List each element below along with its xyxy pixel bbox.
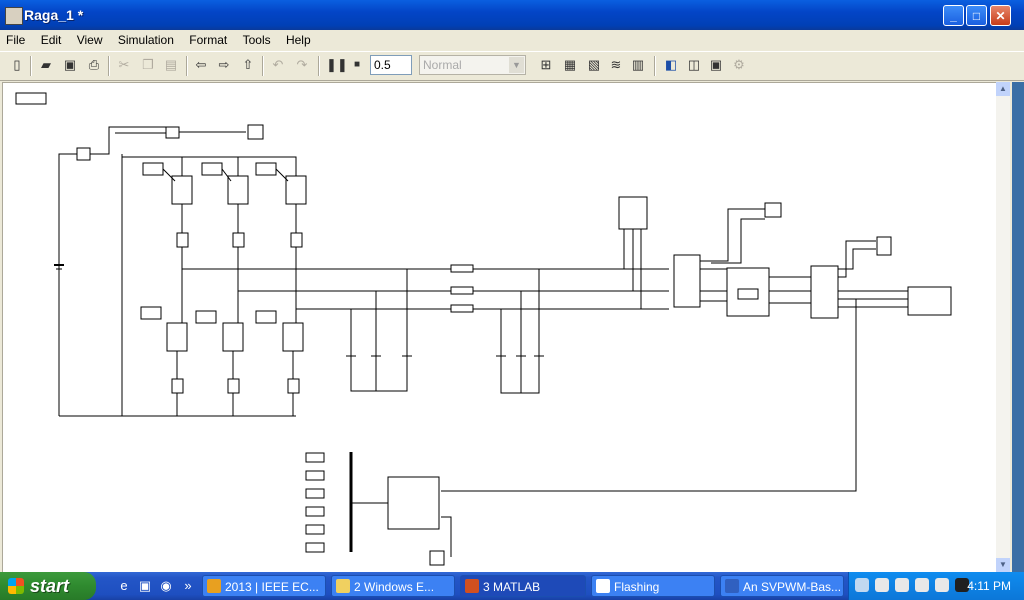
voltage-measurement-block[interactable] (76, 147, 91, 161)
gate-signal-tags[interactable] (305, 452, 325, 553)
system-tray: 4:11 PM (848, 572, 1024, 600)
current-scope-block[interactable] (876, 236, 892, 256)
save-icon[interactable]: ▣ (62, 57, 78, 73)
three-phase-load[interactable] (618, 196, 648, 230)
quicklaunch-chrome-icon[interactable]: ◉ (158, 578, 174, 594)
svpwm-generator-block[interactable] (387, 476, 440, 530)
matlab-icon (465, 579, 479, 593)
forward-icon[interactable]: ⇨ (216, 57, 232, 73)
three-phase-source[interactable] (907, 286, 952, 316)
menu-edit[interactable]: Edit (35, 30, 68, 47)
cut-icon[interactable]: ✂ (116, 57, 132, 73)
update-diagram-icon[interactable]: ⊞ (538, 57, 554, 73)
task-windows-explorer[interactable]: 2 Windows E... (331, 575, 455, 597)
task-flashing[interactable]: Flashing (591, 575, 715, 597)
redo-icon[interactable]: ↷ (294, 57, 310, 73)
minimize-button[interactable]: _ (943, 5, 964, 26)
paste-icon[interactable]: ▤ (163, 57, 179, 73)
tray-network-icon[interactable] (875, 578, 889, 592)
windows-logo-icon (8, 578, 24, 594)
scroll-down-icon[interactable]: ▼ (996, 558, 1010, 572)
simulink-window: Raga_1 * _ □ ✕ File Edit View Simulation… (0, 0, 1024, 574)
menu-view[interactable]: View (71, 30, 109, 47)
tray-volume-icon[interactable] (915, 578, 929, 592)
vdc-constant-block[interactable] (429, 550, 445, 566)
quicklaunch-desktop-icon[interactable]: ▣ (137, 578, 153, 594)
series-inductors[interactable] (450, 264, 474, 313)
pause-icon[interactable]: ❚❚ (326, 57, 348, 73)
three-phase-measurement-1[interactable] (673, 254, 701, 308)
scroll-up-icon[interactable]: ▲ (996, 82, 1010, 96)
open-icon[interactable]: ▰ (38, 57, 54, 73)
debugger-icon[interactable]: ▧ (586, 57, 602, 73)
capacitor-bank-1[interactable] (346, 269, 412, 392)
print-icon[interactable]: ⎙ (86, 57, 102, 73)
menu-bar: File Edit View Simulation Format Tools H… (0, 30, 1024, 50)
stop-icon[interactable]: ■ (349, 57, 365, 73)
upper-igbt-legs[interactable] (142, 162, 307, 323)
stop-time-input[interactable]: 0.5 (370, 55, 412, 75)
task-label: An SVPWM-Bas... (743, 580, 842, 594)
window-title: Raga_1 * (24, 7, 84, 23)
new-icon[interactable]: ▯ (9, 57, 25, 73)
copy-icon[interactable]: ❐ (140, 57, 156, 73)
menu-file[interactable]: File (0, 30, 31, 47)
task-label: 2 Windows E... (354, 580, 435, 594)
library-browser-icon[interactable]: ◧ (663, 57, 679, 73)
taskbar: start e ▣ ◉ » 2013 | IEEE EC... 2 Window… (0, 572, 1024, 600)
task-chrome[interactable]: 2013 | IEEE EC... (202, 575, 326, 597)
start-label: start (30, 576, 70, 596)
powergui-block[interactable] (15, 92, 47, 105)
task-svpwm-document[interactable]: An SVPWM-Bas... (720, 575, 844, 597)
close-button[interactable]: ✕ (990, 5, 1011, 26)
tray-expand-icon[interactable] (855, 578, 869, 592)
start-button[interactable]: start (0, 572, 96, 600)
model-canvas[interactable] (2, 82, 998, 574)
document-icon (725, 579, 739, 593)
quicklaunch-ie-icon[interactable]: e (116, 578, 132, 594)
taskbar-clock[interactable]: 4:11 PM (967, 579, 1011, 593)
measurement-subsystem[interactable] (726, 267, 770, 317)
folder-icon (336, 579, 350, 593)
vertical-scrollbar[interactable]: ▲ ▼ (996, 82, 1010, 572)
maximize-button[interactable]: □ (966, 5, 987, 26)
voltage-scope-block[interactable] (764, 202, 782, 218)
task-label: 2013 | IEEE EC... (225, 580, 319, 594)
simulation-mode-value: Normal (423, 58, 462, 72)
undo-icon[interactable]: ↶ (270, 57, 286, 73)
quicklaunch-more-icon[interactable]: » (180, 578, 196, 594)
three-phase-measurement-2[interactable] (810, 265, 839, 319)
menu-tools[interactable]: Tools (237, 30, 277, 47)
scope-input-block[interactable] (165, 126, 180, 139)
chevron-down-icon[interactable]: ▼ (509, 57, 524, 73)
model-advisor-icon[interactable]: ▥ (630, 57, 646, 73)
chrome-icon (207, 579, 221, 593)
settings-gear-icon[interactable]: ⚙ (731, 57, 747, 73)
back-icon[interactable]: ⇦ (193, 57, 209, 73)
desktop-strip (1012, 82, 1024, 572)
menu-format[interactable]: Format (183, 30, 233, 47)
task-label: Flashing (614, 580, 660, 594)
task-label: 3 MATLAB (483, 580, 541, 594)
task-matlab[interactable]: 3 MATLAB (460, 575, 586, 597)
window-icon (596, 579, 610, 593)
model-explorer-icon[interactable]: ◫ (686, 57, 702, 73)
simulation-mode-select[interactable]: Normal ▼ (419, 55, 526, 75)
library-icon[interactable]: ≋ (608, 57, 624, 73)
capacitor-bank-2[interactable] (496, 269, 544, 394)
menu-help[interactable]: Help (280, 30, 317, 47)
tray-security-icon[interactable] (895, 578, 909, 592)
simulink-diagram[interactable] (3, 83, 997, 573)
build-icon[interactable]: ▦ (562, 57, 578, 73)
menu-simulation[interactable]: Simulation (112, 30, 180, 47)
properties-icon[interactable]: ▣ (708, 57, 724, 73)
tray-app-icon[interactable] (935, 578, 949, 592)
up-icon[interactable]: ⇧ (240, 57, 256, 73)
simulink-app-icon (5, 7, 23, 25)
lower-igbt-legs[interactable] (140, 306, 304, 416)
title-bar[interactable]: Raga_1 * _ □ ✕ (0, 0, 1024, 30)
dc-scope-block[interactable] (247, 124, 264, 140)
